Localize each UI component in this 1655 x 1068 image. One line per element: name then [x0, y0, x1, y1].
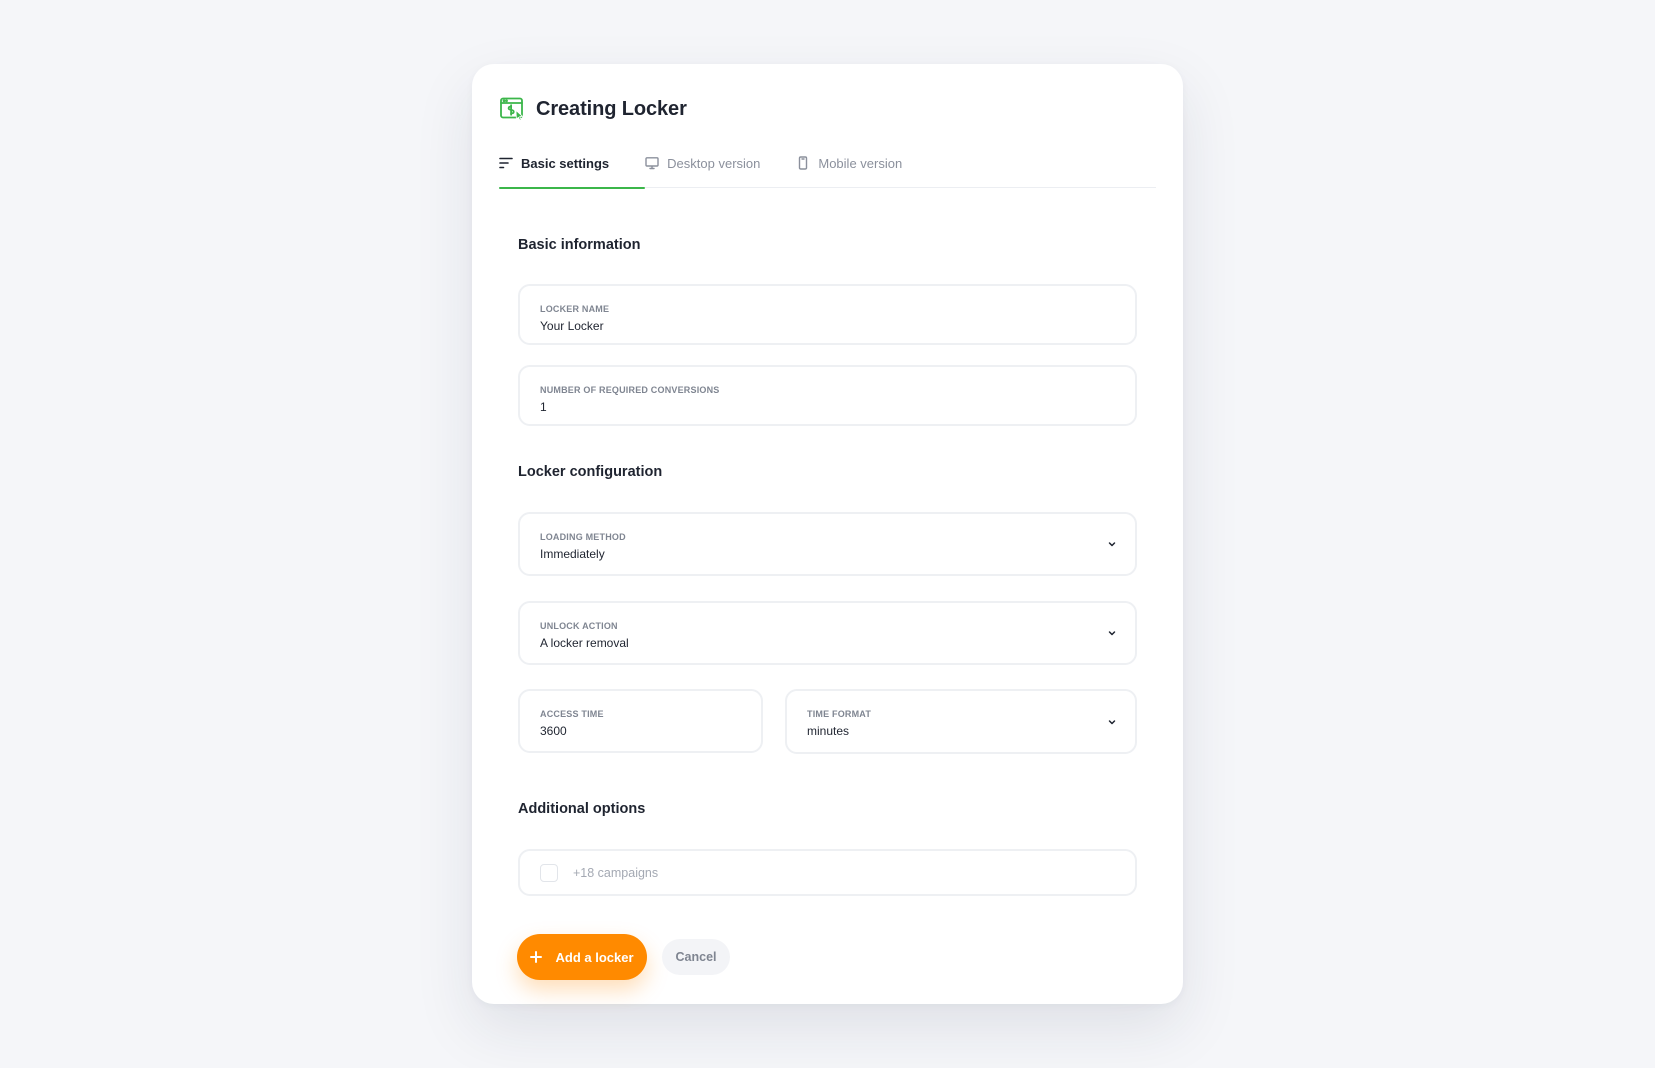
access-time-value: 3600: [540, 724, 567, 738]
loading-method-value: Immediately: [540, 547, 605, 561]
sort-lines-icon: [499, 157, 513, 169]
phone-icon: [799, 156, 808, 170]
chevron-down-icon: [1108, 719, 1116, 724]
field-label: LOADING METHOD: [540, 532, 626, 542]
section-title-locker-configuration: Locker configuration: [518, 464, 663, 480]
add-locker-button[interactable]: Add a locker: [517, 934, 647, 980]
tab-label: Desktop version: [667, 155, 761, 171]
monitor-icon: [645, 157, 659, 170]
cancel-button[interactable]: Cancel: [662, 939, 730, 975]
create-locker-card: Creating Locker Basic settings Desktop v…: [472, 64, 1183, 1004]
time-format-value: minutes: [807, 724, 850, 738]
campaigns-label: +18 campaigns: [573, 865, 659, 880]
field-label: ACCESS TIME: [540, 709, 604, 719]
field-label: NUMBER OF REQUIRED CONVERSIONS: [540, 385, 720, 395]
tab-label: Basic settings: [521, 155, 610, 171]
chevron-down-icon: [1108, 631, 1116, 636]
chevron-down-icon: [1108, 542, 1116, 547]
unlock-action-select[interactable]: UNLOCK ACTION A locker removal: [518, 601, 1137, 665]
add-locker-label: Add a locker: [555, 949, 634, 965]
access-time-field[interactable]: ACCESS TIME 3600: [518, 689, 763, 753]
tab-desktop-version[interactable]: Desktop version: [645, 152, 760, 188]
card-header: Creating Locker: [499, 96, 687, 122]
field-label: UNLOCK ACTION: [540, 621, 618, 631]
field-label: TIME FORMAT: [807, 709, 872, 719]
locker-name-field[interactable]: LOCKER NAME Your Locker: [518, 284, 1137, 345]
time-format-select[interactable]: TIME FORMAT minutes: [785, 689, 1137, 754]
section-title-additional-options: Additional options: [518, 801, 646, 817]
tab-mobile-version[interactable]: Mobile version: [796, 152, 902, 188]
required-conversions-field[interactable]: NUMBER OF REQUIRED CONVERSIONS 1: [518, 365, 1137, 426]
plus-icon: [530, 951, 543, 963]
unlock-action-value: A locker removal: [540, 636, 629, 650]
page-title: Creating Locker: [536, 97, 687, 120]
field-label: LOCKER NAME: [540, 304, 610, 314]
campaigns-option-row[interactable]: +18 campaigns: [518, 849, 1137, 896]
loading-method-select[interactable]: LOADING METHOD Immediately: [518, 512, 1137, 576]
settings-tabs: Basic settings Desktop version Mobile ve…: [499, 152, 1156, 189]
section-title-basic-information: Basic information: [518, 237, 641, 253]
campaigns-checkbox[interactable]: [540, 863, 558, 882]
required-conversions-value: 1: [540, 400, 547, 414]
page-background: Creating Locker Basic settings Desktop v…: [0, 0, 1655, 1068]
locker-name-value: Your Locker: [540, 319, 604, 333]
locker-dollar-icon: [500, 97, 523, 121]
tab-label: Mobile version: [818, 155, 903, 171]
tab-basic-settings[interactable]: Basic settings: [499, 152, 646, 189]
